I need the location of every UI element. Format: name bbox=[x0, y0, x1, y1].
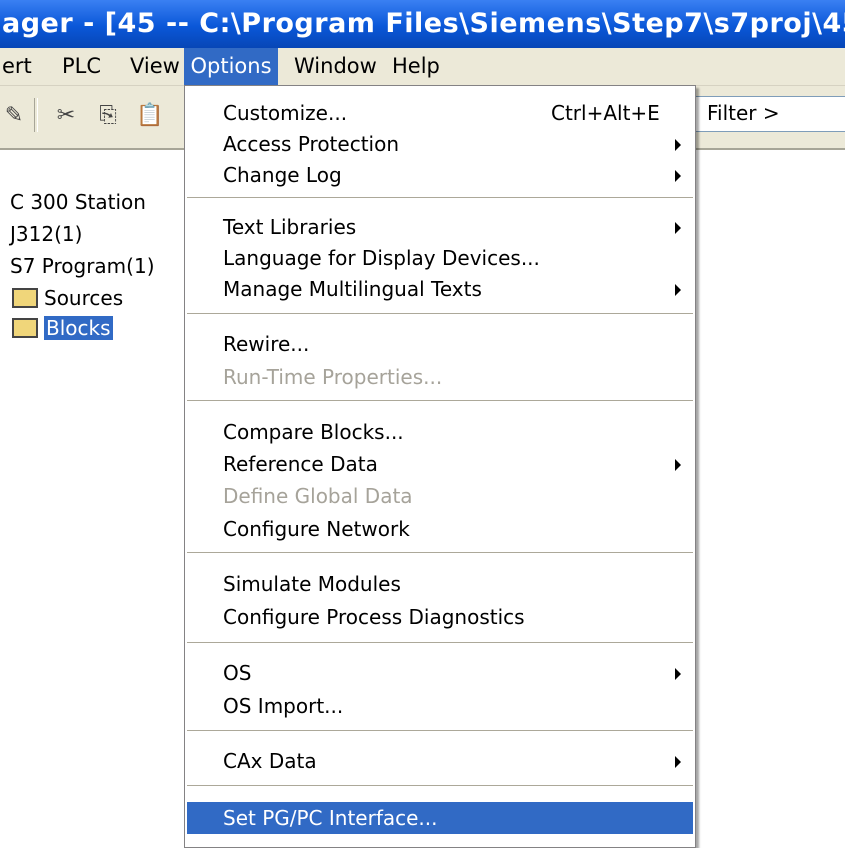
submenu-arrow-icon bbox=[675, 222, 681, 234]
menu-help[interactable]: Help bbox=[392, 48, 452, 85]
menu-separator bbox=[187, 730, 693, 732]
menu-item-configure-process-diagnostics[interactable]: Configure Process Diagnostics bbox=[185, 601, 695, 633]
blocks-folder-icon bbox=[12, 317, 38, 338]
tree-node-cpu[interactable]: J312(1) bbox=[10, 222, 82, 246]
menu-separator bbox=[187, 552, 693, 554]
menu-item-change-log[interactable]: Change Log bbox=[185, 159, 695, 191]
menu-item-reference-data[interactable]: Reference Data bbox=[185, 448, 695, 480]
menu-item-simulate-modules[interactable]: Simulate Modules bbox=[185, 568, 695, 600]
menu-item-os-label: OS bbox=[223, 661, 252, 685]
menu-item-language-display-devices-label: Language for Display Devices... bbox=[223, 246, 540, 270]
menu-item-run-time-properties-label: Run-Time Properties... bbox=[223, 365, 443, 389]
menu-item-set-pg-pc-interface[interactable]: Set PG/PC Interface... bbox=[187, 802, 693, 834]
tree-node-sources[interactable]: Sources bbox=[12, 286, 123, 310]
sources-folder-icon bbox=[12, 287, 38, 308]
tree-node-station[interactable]: C 300 Station bbox=[10, 190, 146, 214]
tree-node-s7-program-label: S7 Program(1) bbox=[10, 254, 155, 278]
tree-node-cpu-label: J312(1) bbox=[10, 222, 83, 246]
bottom-edge bbox=[0, 848, 845, 857]
menu-item-language-display-devices[interactable]: Language for Display Devices... bbox=[185, 242, 695, 274]
menu-item-simulate-modules-label: Simulate Modules bbox=[223, 572, 401, 596]
menu-options-label: Options bbox=[190, 54, 272, 78]
menu-item-text-libraries[interactable]: Text Libraries bbox=[185, 211, 695, 243]
menu-item-change-log-label: Change Log bbox=[223, 163, 342, 187]
submenu-arrow-icon bbox=[675, 139, 681, 151]
menu-item-rewire[interactable]: Rewire... bbox=[185, 328, 695, 360]
submenu-arrow-icon bbox=[675, 668, 681, 680]
menu-insert[interactable]: ert bbox=[2, 48, 42, 85]
menu-plc-label: PLC bbox=[62, 54, 102, 78]
paste-icon[interactable]: 📋 bbox=[136, 102, 164, 130]
menu-plc[interactable]: PLC bbox=[62, 48, 114, 85]
menu-item-text-libraries-label: Text Libraries bbox=[223, 215, 357, 239]
submenu-arrow-icon bbox=[675, 170, 681, 182]
menu-item-rewire-label: Rewire... bbox=[223, 332, 310, 356]
filter-dropdown[interactable]: Filter > bbox=[692, 96, 845, 132]
menu-item-configure-network[interactable]: Configure Network bbox=[185, 513, 695, 545]
menu-separator bbox=[187, 642, 693, 644]
tree-node-blocks[interactable]: Blocks bbox=[12, 316, 113, 340]
menu-separator bbox=[187, 197, 693, 199]
filter-label: Filter > bbox=[707, 101, 780, 125]
menu-item-os-import-label: OS Import... bbox=[223, 694, 344, 718]
menu-separator bbox=[187, 400, 693, 402]
menu-item-manage-multilingual-texts-label: Manage Multilingual Texts bbox=[223, 277, 482, 301]
tree-node-blocks-label: Blocks bbox=[44, 316, 113, 340]
cut-icon[interactable]: ✂ bbox=[52, 102, 80, 130]
menu-item-configure-process-diagnostics-label: Configure Process Diagnostics bbox=[223, 605, 525, 629]
shortcut-label: Ctrl+Alt+E bbox=[551, 101, 660, 125]
menu-item-compare-blocks-label: Compare Blocks... bbox=[223, 420, 404, 444]
menu-item-run-time-properties: Run-Time Properties... bbox=[185, 361, 695, 393]
toolbar-separator bbox=[34, 98, 38, 132]
menu-item-os[interactable]: OS bbox=[185, 657, 695, 689]
menu-item-customize-label: Customize... bbox=[223, 101, 348, 125]
menu-help-label: Help bbox=[392, 54, 440, 78]
submenu-arrow-icon bbox=[675, 756, 681, 768]
menu-item-reference-data-label: Reference Data bbox=[223, 452, 378, 476]
tree-node-s7-program[interactable]: S7 Program(1) bbox=[10, 254, 155, 278]
options-menu: Customize... Ctrl+Alt+E Access Protectio… bbox=[184, 85, 696, 848]
menu-item-configure-network-label: Configure Network bbox=[223, 517, 410, 541]
copy-icon[interactable]: ⎘ bbox=[94, 102, 122, 130]
menu-window[interactable]: Window bbox=[294, 48, 377, 85]
menu-item-set-pg-pc-interface-label: Set PG/PC Interface... bbox=[223, 806, 438, 830]
menu-item-os-import[interactable]: OS Import... bbox=[185, 690, 695, 722]
properties-icon[interactable]: ✎ bbox=[0, 102, 28, 130]
menu-insert-label: ert bbox=[2, 54, 32, 78]
menu-item-manage-multilingual-texts[interactable]: Manage Multilingual Texts bbox=[185, 273, 695, 305]
menu-item-define-global-data-label: Define Global Data bbox=[223, 484, 413, 508]
menu-item-cax-data-label: CAx Data bbox=[223, 749, 317, 773]
window-title-bar[interactable]: ager - [45 -- C:\Program Files\Siemens\S… bbox=[0, 0, 845, 48]
menu-item-customize[interactable]: Customize... Ctrl+Alt+E bbox=[185, 97, 695, 129]
menu-options[interactable]: Options bbox=[184, 48, 278, 85]
window-title: ager - [45 -- C:\Program Files\Siemens\S… bbox=[2, 8, 845, 39]
tree-node-station-label: C 300 Station bbox=[10, 190, 146, 214]
menu-item-access-protection-label: Access Protection bbox=[223, 132, 400, 156]
menu-window-label: Window bbox=[294, 54, 377, 78]
menu-view[interactable]: View bbox=[130, 48, 180, 85]
project-tree: C 300 Station J312(1) S7 Program(1) Sour… bbox=[0, 150, 184, 857]
menu-item-define-global-data: Define Global Data bbox=[185, 480, 695, 512]
submenu-arrow-icon bbox=[675, 284, 681, 296]
tree-node-sources-label: Sources bbox=[44, 286, 124, 310]
menu-separator bbox=[187, 785, 693, 787]
menu-bar: ert PLC View Options Window Help bbox=[0, 48, 845, 86]
menu-item-compare-blocks[interactable]: Compare Blocks... bbox=[185, 416, 695, 448]
menu-item-cax-data[interactable]: CAx Data bbox=[185, 745, 695, 777]
submenu-arrow-icon bbox=[675, 459, 681, 471]
menu-item-access-protection[interactable]: Access Protection bbox=[185, 128, 695, 160]
menu-view-label: View bbox=[130, 54, 180, 78]
menu-separator bbox=[187, 313, 693, 315]
